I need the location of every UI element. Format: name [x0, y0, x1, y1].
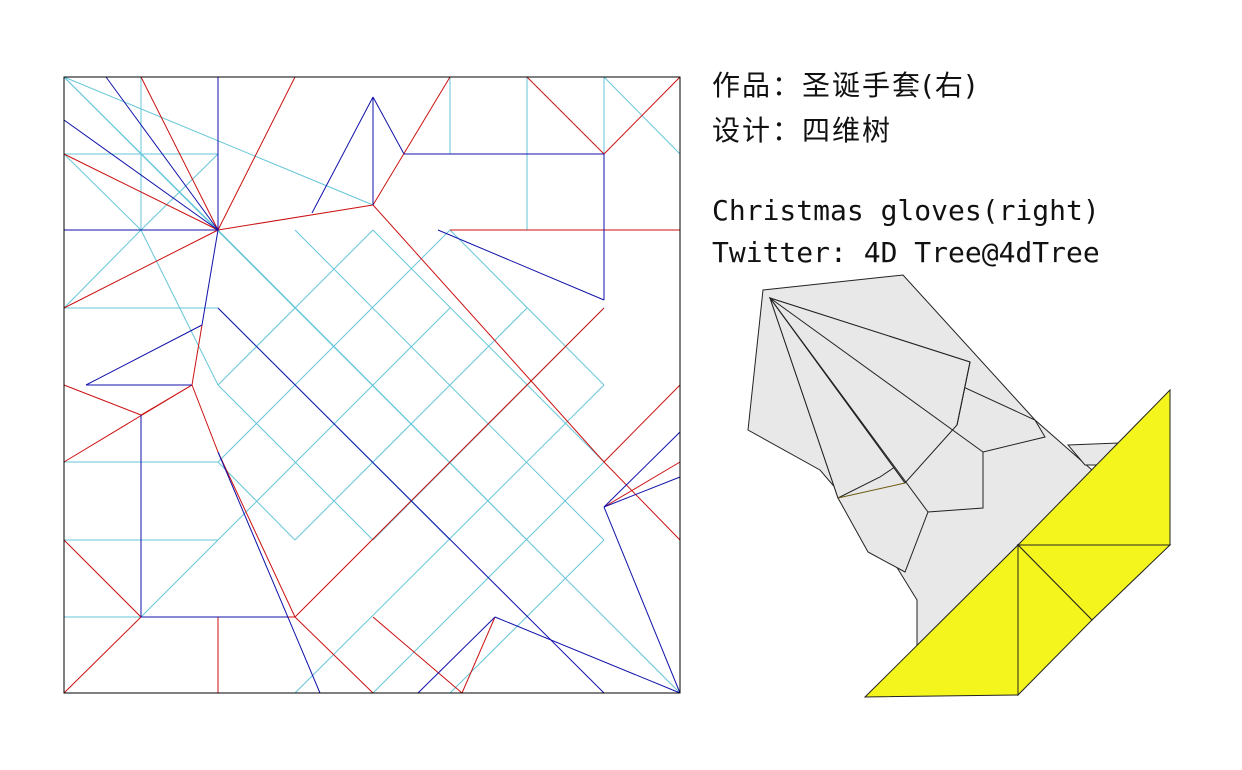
designer-credit: 设计：四维树 [712, 114, 893, 147]
work-title: 作品：圣诞手套(右) [712, 69, 978, 102]
twitter-handle: Twitter: 4D Tree@4dTree [712, 236, 1100, 269]
folded-model-diagram [747, 274, 1172, 698]
english-title: Christmas gloves(right) [712, 194, 1100, 227]
